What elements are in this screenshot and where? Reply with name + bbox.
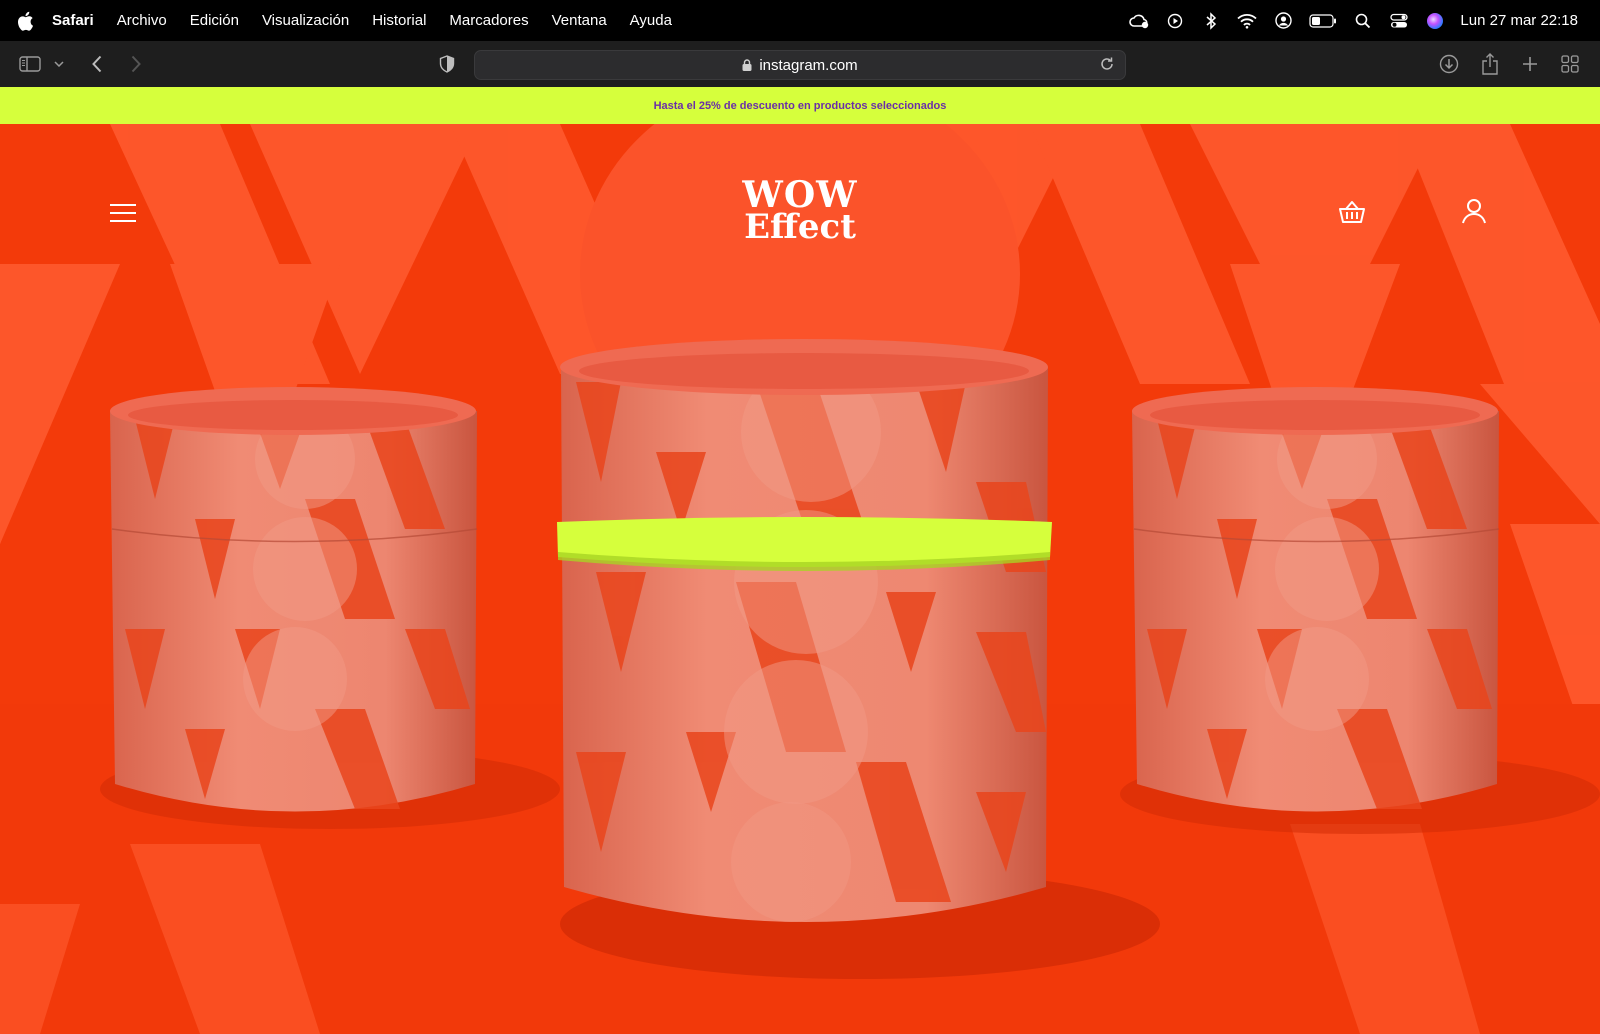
- spotlight-search-icon[interactable]: [1352, 10, 1374, 32]
- user-account-icon[interactable]: [1459, 196, 1489, 226]
- chevron-left-icon: [92, 55, 102, 73]
- lock-icon: [742, 59, 752, 71]
- back-button[interactable]: [88, 51, 106, 77]
- product-box-left[interactable]: [105, 379, 485, 829]
- menu-ventana[interactable]: Ventana: [552, 12, 607, 29]
- reload-icon[interactable]: [1099, 56, 1115, 72]
- plus-icon: [1523, 57, 1537, 71]
- menubar-clock[interactable]: Lun 27 mar 22:18: [1460, 12, 1578, 29]
- macos-menubar: Safari Archivo Edición Visualización His…: [0, 0, 1600, 41]
- new-tab-button[interactable]: [1520, 51, 1540, 77]
- menu-ayuda[interactable]: Ayuda: [630, 12, 672, 29]
- logo-line-2: Effect: [744, 207, 856, 247]
- wow-effect-logo[interactable]: WOW Effect: [735, 177, 865, 247]
- siri-icon[interactable]: [1424, 10, 1446, 32]
- play-icon[interactable]: [1164, 10, 1186, 32]
- menu-edicion[interactable]: Edición: [190, 12, 239, 29]
- battery-icon[interactable]: [1308, 10, 1338, 32]
- chevron-right-icon: [131, 55, 141, 73]
- forward-button[interactable]: [127, 51, 145, 77]
- product-box-center[interactable]: [556, 332, 1056, 952]
- menu-historial[interactable]: Historial: [372, 12, 426, 29]
- grid-icon: [1561, 55, 1579, 73]
- bluetooth-icon[interactable]: [1200, 10, 1222, 32]
- browser-toolbar: instagram.com: [0, 41, 1600, 88]
- hero-section: WOW Effect: [0, 124, 1600, 1034]
- apple-logo-icon[interactable]: [16, 11, 34, 31]
- app-name-menu[interactable]: Safari: [52, 12, 94, 29]
- sidebar-toggle-button[interactable]: [18, 51, 42, 77]
- promo-banner: Hasta el 25% de descuento en productos s…: [0, 87, 1600, 124]
- downloads-button[interactable]: [1438, 51, 1460, 77]
- share-button[interactable]: [1479, 51, 1501, 77]
- control-center-icon[interactable]: [1388, 10, 1410, 32]
- url-text: instagram.com: [759, 56, 858, 74]
- privacy-report-button[interactable]: [437, 51, 457, 77]
- tab-overview-button[interactable]: [1560, 51, 1580, 77]
- user-circle-icon[interactable]: [1272, 10, 1294, 32]
- address-bar[interactable]: instagram.com: [474, 50, 1126, 80]
- shield-icon: [439, 55, 455, 73]
- menu-visualizacion[interactable]: Visualización: [262, 12, 349, 29]
- tab-group-dropdown[interactable]: [52, 51, 66, 77]
- share-icon: [1482, 53, 1498, 75]
- download-icon: [1439, 54, 1459, 74]
- menu-marcadores[interactable]: Marcadores: [449, 12, 528, 29]
- menu-archivo[interactable]: Archivo: [117, 12, 167, 29]
- wifi-icon[interactable]: [1236, 10, 1258, 32]
- product-box-right[interactable]: [1127, 379, 1507, 829]
- chevron-down-icon: [54, 61, 64, 67]
- site-header: WOW Effect: [0, 124, 1600, 304]
- hamburger-menu-icon[interactable]: [110, 204, 136, 224]
- sidebar-icon: [19, 56, 41, 72]
- creative-cloud-icon[interactable]: [1128, 10, 1150, 32]
- status-area: Lun 27 mar 22:18: [1114, 0, 1600, 41]
- shopping-basket-icon[interactable]: [1337, 197, 1367, 227]
- promo-text[interactable]: Hasta el 25% de descuento en productos s…: [654, 100, 947, 112]
